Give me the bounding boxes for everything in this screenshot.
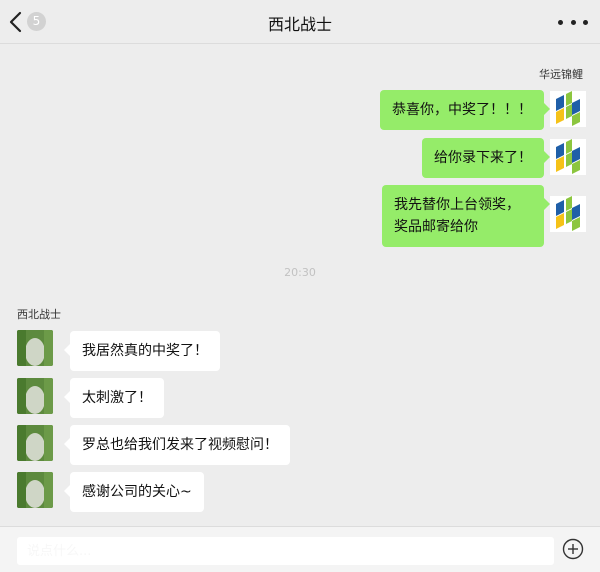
user-avatar-image — [17, 472, 53, 508]
message-input-bar — [0, 526, 600, 572]
message-bubble-received[interactable]: 我居然真的中奖了！ — [64, 331, 220, 371]
company-logo-avatar[interactable] — [550, 139, 586, 175]
sender-name-right: 华远锦鲤 — [539, 68, 583, 81]
more-options-icon[interactable] — [558, 10, 588, 34]
dot — [570, 19, 576, 25]
user-avatar-image — [17, 330, 53, 366]
user-avatar[interactable] — [17, 378, 53, 414]
message-timestamp: 20:30 — [284, 266, 316, 279]
message-bubble-received[interactable]: 感谢公司的关心~ — [64, 472, 204, 512]
message-input[interactable] — [17, 537, 554, 565]
message-bubble-received[interactable]: 太刺激了！ — [64, 378, 164, 418]
plus-circle-icon[interactable] — [562, 538, 584, 560]
message-line: 我先替你上台领奖， — [394, 197, 520, 213]
user-avatar[interactable] — [17, 330, 53, 366]
message-line: 奖品邮寄给你 — [394, 219, 478, 235]
user-avatar[interactable] — [17, 425, 53, 461]
message-bubble-sent[interactable]: 恭喜你，中奖了！！！ — [380, 90, 550, 130]
chat-title: 西北战士 — [267, 15, 332, 34]
company-logo-avatar[interactable] — [550, 91, 586, 127]
user-avatar-image — [17, 425, 53, 461]
user-avatar[interactable] — [17, 472, 53, 508]
message-bubble-sent[interactable]: 给你录下来了！ — [422, 138, 550, 178]
message-bubble-received[interactable]: 罗总也给我们发来了视频慰问！ — [64, 425, 290, 465]
company-logo-avatar[interactable] — [550, 196, 586, 232]
sender-name-left: 西北战士 — [17, 308, 61, 321]
message-bubble-sent[interactable]: 我先替你上台领奖， 奖品邮寄给你 — [382, 185, 550, 247]
chat-header: 5 西北战士 — [0, 0, 600, 44]
dot — [558, 19, 563, 25]
user-avatar-image — [17, 378, 53, 414]
dot — [583, 19, 588, 25]
